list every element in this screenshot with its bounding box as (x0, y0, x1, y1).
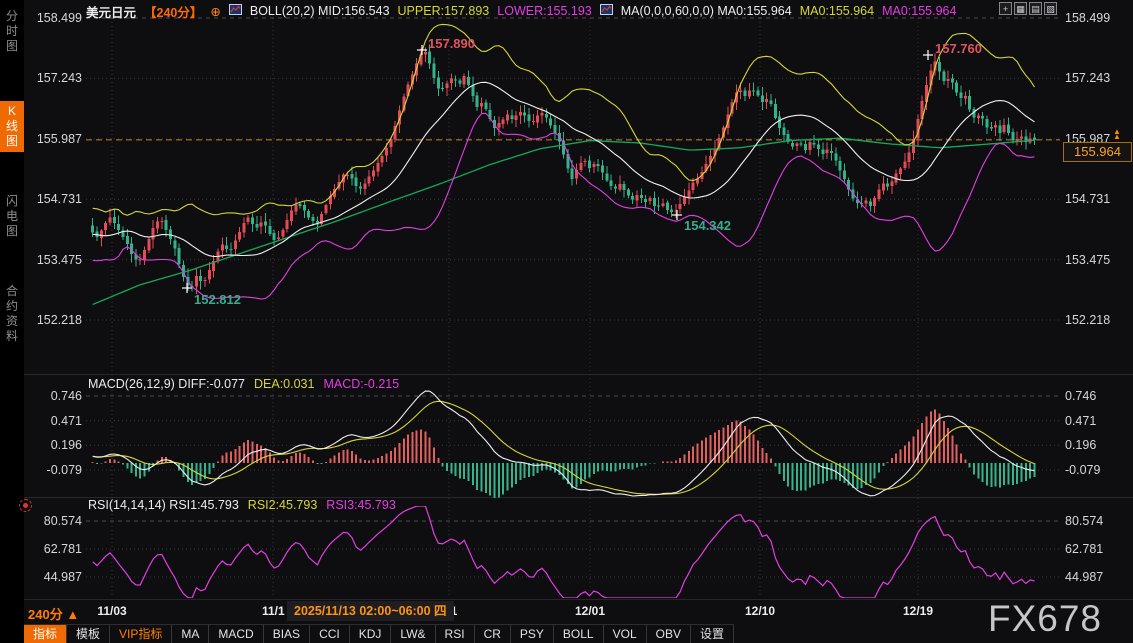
period-dropdown-arrow-icon: ▲ (66, 607, 79, 622)
sidebar-tab-3[interactable]: 闪电图 (0, 191, 24, 242)
toolbar-item-CCI[interactable]: CCI (310, 625, 350, 643)
indicator-value-text: LOWER:155.193 (497, 4, 592, 18)
fx678-watermark: FX678 (988, 598, 1102, 640)
sidebar-tab-char: 分 (0, 9, 24, 24)
boll-upper-line (93, 24, 1035, 215)
rsi-header: RSI(14,14,14) RSI1:45.793 RSI2:45.793 RSI3… (88, 498, 396, 512)
mini-chart-icon[interactable] (229, 4, 242, 18)
boll-mid-line (93, 82, 1035, 256)
indicator-value-text: UPPER:157.893 (398, 4, 490, 18)
time-axis-tick: 11/1 (262, 604, 285, 618)
toolbar-item-OBV[interactable]: OBV (647, 625, 691, 643)
extreme-price-annotation: 152.812 (194, 292, 241, 307)
sidebar-tab-4[interactable]: 合约资料 (0, 281, 24, 347)
extreme-price-annotation: 157.890 (428, 36, 475, 51)
sidebar-tab-char: 时 (0, 24, 24, 39)
alarm-dot-icon[interactable] (19, 499, 32, 512)
candlestick-layer (91, 45, 1036, 295)
sidebar-tab-char: 约 (0, 299, 24, 314)
indicator-value-text: BOLL(20,2) MID:156.543 (250, 4, 390, 18)
toolbar-item-LW&[interactable]: LW& (391, 625, 435, 643)
toolbar-item-VIP指标[interactable]: VIP指标 (110, 625, 172, 643)
indicator-value-text: MA(0,0,0,60,0,0) MA0:155.964 (621, 4, 792, 18)
macd-diff-line (93, 391, 1035, 496)
sidebar-tab-char: K (0, 104, 24, 119)
window-buttons: +▦▤▧ (999, 2, 1057, 15)
time-axis-tick: 12/19 (903, 604, 933, 618)
toolbar-item-BOLL[interactable]: BOLL (554, 625, 604, 643)
indicator-value-text: MA0:155.964 (800, 4, 874, 18)
current-price-label: 155.964 (1063, 142, 1132, 162)
bottom-toolbar: 指标模板VIP指标MAMACDBIASCCIKDJLW&RSICRPSYBOLL… (24, 624, 734, 643)
sidebar-tab-char: 料 (0, 329, 24, 344)
sidebar-tab-1[interactable]: 分时图 (0, 6, 24, 57)
sidebar-tab-char: 合 (0, 284, 24, 299)
toolbar-item-VOL[interactable]: VOL (604, 625, 647, 643)
ma60-line (93, 138, 1035, 304)
indicator-value-text: MA0:155.964 (882, 4, 956, 18)
layout-grid-icon[interactable]: + (999, 2, 1012, 15)
period-label: 240分 (28, 607, 63, 622)
indicator-value-text: 美元日元 (86, 2, 136, 21)
scale-left-axis-icon[interactable]: ▦ (1014, 2, 1027, 15)
sidebar-tab-char: 闪 (0, 194, 24, 209)
toolbar-item-MACD[interactable]: MACD (209, 625, 263, 643)
period-selector[interactable]: 240分 ▲ (28, 604, 79, 623)
left-sidebar: 分时图K线图闪电图合约资料 (0, 0, 24, 643)
indicator-value-text: RSI(14,14,14) RSI1:45.793 (88, 498, 239, 512)
chart-canvas[interactable] (0, 0, 1133, 643)
macd-header: MACD(26,12,9) DIFF:-0.077 DEA:0.031 MACD:-… (88, 377, 399, 391)
sidebar-tab-char: 图 (0, 224, 24, 239)
time-axis-tick: 11/03 (97, 604, 126, 618)
indicator-header: 美元日元【240分】 ⊕ BOLL(20,2) MID:156.543 UPPER:1… (86, 3, 956, 19)
chart-window: 分时图K线图闪电图合约资料 美元日元【240分】⊕BOLL(20,2) MID:… (0, 0, 1133, 643)
time-axis-tick: 12/01 (575, 604, 605, 618)
toolbar-item-模板[interactable]: 模板 (67, 625, 110, 643)
toolbar-item-RSI[interactable]: RSI (436, 625, 475, 643)
indicator-value-text: DEA:0.031 (254, 377, 314, 391)
extreme-price-annotation: 157.760 (935, 41, 982, 56)
sidebar-tab-2[interactable]: K线图 (0, 101, 24, 152)
indicator-value-text: MACD:-0.215 (323, 377, 399, 391)
date-tooltip: 2025/11/13 02:00~06:00 四 (287, 601, 454, 621)
mini-chart-icon[interactable] (600, 4, 613, 18)
double-up-arrow-icon[interactable]: ▲▲ (1113, 129, 1121, 139)
macd-dea-line (93, 401, 1035, 494)
toolbar-item-指标[interactable]: 指标 (24, 625, 67, 643)
indicator-value-text: 【240分】 (144, 2, 202, 21)
toolbar-item-PSY[interactable]: PSY (511, 625, 554, 643)
sidebar-tab-char: 资 (0, 314, 24, 329)
toolbar-item-CR[interactable]: CR (475, 625, 511, 643)
toolbar-item-KDJ[interactable]: KDJ (350, 625, 392, 643)
crosshair-target-icon[interactable]: ⊕ (210, 4, 220, 19)
scale-right-axis-icon[interactable]: ▤ (1029, 2, 1042, 15)
indicator-value-text: MACD(26,12,9) DIFF:-0.077 (88, 377, 245, 391)
sidebar-tab-char: 图 (0, 134, 24, 149)
sidebar-tab-char: 图 (0, 39, 24, 54)
extreme-price-annotation: 154.342 (684, 218, 731, 233)
toolbar-item-BIAS[interactable]: BIAS (264, 625, 310, 643)
indicator-value-text: RSI2:45.793 (248, 498, 318, 512)
time-axis-tick: 12/10 (745, 604, 775, 618)
shift-chart-icon[interactable]: ▧ (1044, 2, 1057, 15)
toolbar-item-设置[interactable]: 设置 (691, 625, 734, 643)
sidebar-tab-char: 电 (0, 209, 24, 224)
sidebar-tab-char: 线 (0, 119, 24, 134)
toolbar-item-MA[interactable]: MA (172, 625, 209, 643)
rsi-line (93, 506, 1035, 598)
indicator-value-text: RSI3:45.793 (326, 498, 396, 512)
